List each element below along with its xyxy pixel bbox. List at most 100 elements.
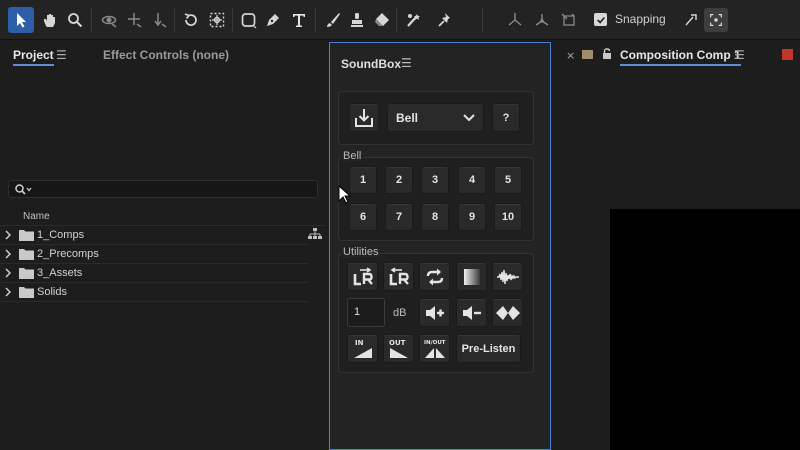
volume-down-button[interactable] [456, 298, 487, 327]
snap-to-features-icon[interactable] [704, 8, 728, 32]
flowchart-icon[interactable] [308, 228, 322, 240]
snapping-checkbox[interactable] [594, 13, 607, 26]
toolbar: Snapping [0, 0, 800, 40]
eraser-tool-icon[interactable] [369, 7, 395, 33]
toolbar-divider [482, 8, 483, 32]
composition-viewer[interactable] [610, 209, 800, 450]
project-item-1-comps[interactable]: 1_Comps [0, 226, 308, 245]
search-icon [15, 184, 32, 195]
db-value-input[interactable]: 1 [347, 298, 385, 327]
project-search-input[interactable] [8, 180, 318, 198]
orbit-camera-icon[interactable] [96, 7, 122, 33]
chevron-right-icon[interactable] [5, 287, 11, 297]
pan-camera-icon[interactable] [121, 7, 147, 33]
gradient-icon [463, 268, 480, 285]
project-panel-menu-icon[interactable]: ☰ [56, 48, 67, 62]
fade-in-button[interactable]: IN [347, 334, 378, 363]
column-name-header[interactable]: Name [23, 211, 50, 222]
close-icon[interactable]: × [566, 49, 575, 62]
toolbar-divider [174, 8, 175, 32]
snapping-label[interactable]: Snapping [615, 12, 666, 26]
swap-lr-left-button[interactable] [383, 262, 414, 291]
fade-out-label: OUT [389, 339, 406, 347]
bell-button-5[interactable]: 5 [494, 166, 522, 194]
rotate-tool-icon[interactable] [178, 7, 204, 33]
local-axis-mode-icon[interactable] [502, 7, 528, 33]
fade-out-icon: OUT [389, 339, 408, 358]
volume-up-icon [425, 305, 444, 320]
swap-lr-right-icon [353, 266, 373, 285]
bell-button-8[interactable]: 8 [421, 203, 449, 231]
clone-stamp-tool-icon[interactable] [344, 7, 370, 33]
pen-tool-icon[interactable] [260, 7, 286, 33]
lock-icon[interactable] [602, 48, 612, 60]
snap-edges-icon[interactable] [678, 7, 704, 33]
waveform-button[interactable] [492, 262, 523, 291]
project-item-3-assets[interactable]: 3_Assets [0, 264, 308, 283]
column-header: Name [0, 208, 326, 226]
bell-button-2[interactable]: 2 [385, 166, 413, 194]
fade-out-button[interactable]: OUT [383, 334, 414, 363]
gradient-button[interactable] [456, 262, 487, 291]
type-tool-icon[interactable] [286, 7, 312, 33]
toolbar-divider [232, 8, 233, 32]
composition-menu-icon[interactable]: ☰ [734, 48, 745, 62]
import-sound-button[interactable] [349, 103, 379, 132]
composition-panel: × Composition Comp 1 ☰ [553, 42, 800, 450]
world-axis-mode-icon[interactable] [529, 7, 555, 33]
folder-icon [19, 268, 34, 279]
volume-up-button[interactable] [419, 298, 450, 327]
download-icon [355, 108, 373, 127]
help-button[interactable]: ? [492, 103, 520, 132]
label-color-swatch[interactable] [582, 50, 593, 59]
swap-lr-left-icon [389, 266, 409, 285]
anchor-point-tool-icon[interactable] [204, 7, 230, 33]
chevron-right-icon[interactable] [5, 268, 11, 278]
puppet-pin-tool-icon[interactable] [432, 7, 458, 33]
project-item-label: 3_Assets [37, 267, 83, 279]
comp-label-color-icon[interactable] [782, 49, 793, 60]
swap-lr-right-button[interactable] [347, 262, 378, 291]
tab-effect-controls[interactable]: Effect Controls (none) [103, 48, 229, 62]
tab-composition[interactable]: Composition Comp 1 [620, 48, 741, 66]
db-unit-label: dB [393, 307, 407, 319]
fade-inout-label: IN/OUT [424, 340, 446, 346]
folder-icon [19, 230, 34, 241]
pre-listen-button[interactable]: Pre-Listen [456, 334, 521, 363]
soundbox-menu-icon[interactable]: ☰ [401, 56, 412, 70]
chevron-right-icon[interactable] [5, 230, 11, 240]
utilities-group-label: Utilities [341, 246, 381, 258]
bell-button-4[interactable]: 4 [458, 166, 486, 194]
soundbox-title[interactable]: SoundBox [341, 57, 401, 71]
project-item-solids[interactable]: Solids [0, 283, 308, 302]
project-panel: Project ☰ Effect Controls (none) Name 1_… [0, 42, 326, 450]
selection-tool-icon[interactable] [8, 7, 34, 33]
bell-button-1[interactable]: 1 [349, 166, 377, 194]
bell-button-6[interactable]: 6 [349, 203, 377, 231]
fade-in-out-button[interactable]: IN/OUT [419, 334, 450, 363]
zoom-tool-icon[interactable] [62, 7, 88, 33]
view-axis-mode-icon[interactable] [556, 7, 582, 33]
toolbar-divider [396, 8, 397, 32]
bell-button-7[interactable]: 7 [385, 203, 413, 231]
sound-select-dropdown[interactable]: Bell [387, 103, 484, 132]
fade-in-out-icon: IN/OUT [424, 340, 446, 358]
project-item-label: 2_Precomps [37, 248, 99, 260]
brush-tool-icon[interactable] [320, 7, 346, 33]
chevron-right-icon[interactable] [5, 249, 11, 259]
tab-project[interactable]: Project [13, 48, 54, 66]
dolly-camera-icon[interactable] [146, 7, 172, 33]
repeat-icon [426, 268, 443, 285]
chevron-down-icon [463, 114, 475, 122]
hand-tool-icon[interactable] [36, 7, 62, 33]
project-item-2-precomps[interactable]: 2_Precomps [0, 245, 308, 264]
roto-brush-tool-icon[interactable] [401, 7, 427, 33]
bell-button-9[interactable]: 9 [458, 203, 486, 231]
shape-tool-icon[interactable] [236, 7, 262, 33]
toolbar-divider [91, 8, 92, 32]
crossfade-button[interactable] [492, 298, 523, 327]
bell-button-10[interactable]: 10 [494, 203, 522, 231]
fade-in-icon: IN [353, 339, 372, 358]
bell-button-3[interactable]: 3 [421, 166, 449, 194]
repeat-button[interactable] [419, 262, 450, 291]
